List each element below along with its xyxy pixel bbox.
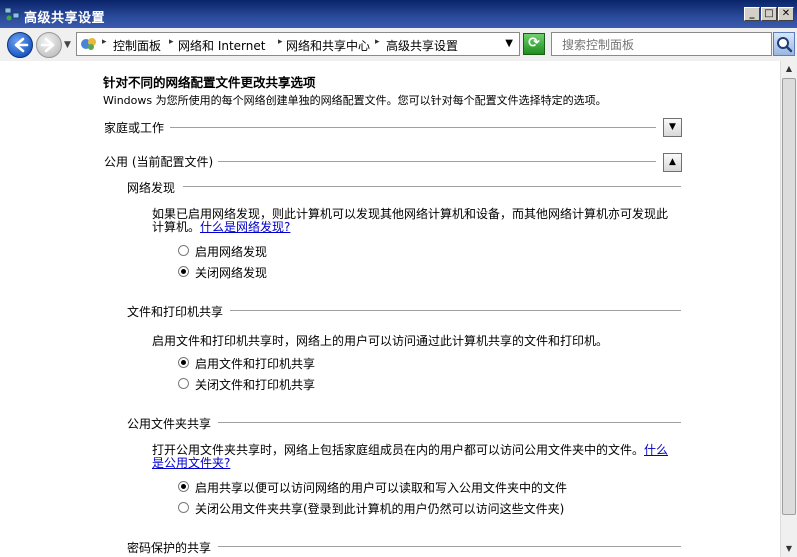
- page-subtitle: Windows 为您所使用的每个网络创建单独的网络配置文件。您可以针对每个配置文…: [103, 94, 607, 107]
- breadcrumb-network-sharing-center[interactable]: 网络和共享中心: [286, 37, 370, 54]
- breadcrumb-arrow-icon[interactable]: ▸: [375, 37, 380, 47]
- breadcrumb-arrow-icon[interactable]: ▸: [102, 37, 107, 47]
- radio-enable-printer-sharing[interactable]: [178, 357, 189, 368]
- radio-disable-public-folder-sharing[interactable]: [178, 502, 189, 513]
- window-title: 高级共享设置: [24, 11, 106, 26]
- breadcrumb-arrow-icon[interactable]: ▸: [169, 37, 174, 47]
- breadcrumb-advanced-sharing[interactable]: 高级共享设置: [386, 37, 458, 54]
- profile-public-label[interactable]: 公用 (当前配置文件): [104, 153, 213, 170]
- recent-pages-dropdown[interactable]: ▼: [64, 40, 71, 50]
- search-input[interactable]: [560, 34, 764, 56]
- radio-label-enable-public-folder-sharing[interactable]: 启用共享以便可以访问网络的用户可以读取和写入公用文件夹中的文件: [195, 479, 567, 496]
- radio-disable-network-discovery[interactable]: [178, 266, 189, 277]
- content-area: 针对不同的网络配置文件更改共享选项 Windows 为您所使用的每个网络创建单独…: [0, 61, 780, 557]
- control-panel-icon: [81, 38, 96, 50]
- radio-enable-network-discovery[interactable]: [178, 245, 189, 256]
- divider: [218, 161, 656, 162]
- search-icon: [777, 37, 793, 53]
- expand-home-work-button[interactable]: ▼: [663, 118, 682, 137]
- network-icon: [4, 7, 20, 21]
- search-button[interactable]: [773, 32, 795, 56]
- scroll-down-icon[interactable]: ▼: [781, 541, 797, 557]
- section-network-discovery-title: 网络发现: [127, 181, 176, 195]
- chevron-up-icon: ▲: [669, 157, 676, 167]
- radio-disable-printer-sharing[interactable]: [178, 378, 189, 389]
- refresh-icon: ⟳: [528, 35, 540, 51]
- breadcrumb-control-panel[interactable]: 控制面板: [113, 37, 161, 54]
- divider: [218, 546, 681, 547]
- network-discovery-help-link[interactable]: 什么是网络发现?: [200, 220, 290, 234]
- breadcrumb-arrow-icon[interactable]: ▸: [278, 37, 283, 47]
- radio-label-enable-printer-sharing[interactable]: 启用文件和打印机共享: [195, 355, 315, 372]
- forward-button[interactable]: [36, 32, 62, 58]
- page-heading: 针对不同的网络配置文件更改共享选项: [103, 75, 316, 90]
- divider: [218, 422, 681, 423]
- title-bar: 高级共享设置 _ □ ✕: [0, 0, 797, 28]
- radio-label-disable-public-folder-sharing[interactable]: 关闭公用文件夹共享(登录到此计算机的用户仍然可以访问这些文件夹): [195, 500, 564, 517]
- divider: [170, 127, 656, 128]
- maximize-button[interactable]: □: [761, 7, 777, 21]
- chevron-down-icon: ▼: [669, 122, 676, 132]
- back-arrow-icon: [14, 37, 29, 53]
- network-discovery-description: 如果已启用网络发现，则此计算机可以发现其他网络计算机和设备，而其他网络计算机亦可…: [152, 208, 677, 234]
- navigation-bar: ▼ ▸ 控制面板 ▸ 网络和 Internet ▸ 网络和共享中心 ▸ 高级共享…: [0, 28, 797, 62]
- forward-arrow-icon: [40, 37, 55, 53]
- section-password-sharing-title: 密码保护的共享: [127, 541, 212, 555]
- radio-label-enable-network-discovery[interactable]: 启用网络发现: [195, 243, 267, 260]
- refresh-button[interactable]: ⟳: [523, 33, 545, 55]
- radio-enable-public-folder-sharing[interactable]: [178, 481, 189, 492]
- search-box[interactable]: [551, 32, 772, 56]
- section-public-folder-title: 公用文件夹共享: [127, 417, 212, 431]
- section-printer-sharing-title: 文件和打印机共享: [127, 305, 224, 319]
- back-button[interactable]: [7, 32, 33, 58]
- scroll-thumb[interactable]: [782, 78, 796, 515]
- printer-sharing-description: 启用文件和打印机共享时，网络上的用户可以访问通过此计算机共享的文件和打印机。: [152, 334, 609, 348]
- minimize-button[interactable]: _: [744, 7, 760, 21]
- scroll-up-icon[interactable]: ▲: [781, 61, 797, 77]
- public-folder-text: 打开公用文件夹共享时，网络上包括家庭组成员在内的用户都可以访问公用文件夹中的文件…: [152, 443, 645, 457]
- address-bar[interactable]: ▸ 控制面板 ▸ 网络和 Internet ▸ 网络和共享中心 ▸ 高级共享设置…: [76, 32, 520, 56]
- collapse-public-button[interactable]: ▲: [663, 153, 682, 172]
- close-button[interactable]: ✕: [778, 7, 794, 21]
- radio-label-disable-printer-sharing[interactable]: 关闭文件和打印机共享: [195, 376, 315, 393]
- profile-home-work-label[interactable]: 家庭或工作: [104, 119, 164, 136]
- divider: [230, 310, 681, 311]
- vertical-scrollbar[interactable]: ▲ ▼: [780, 61, 797, 557]
- breadcrumb-network-internet[interactable]: 网络和 Internet: [178, 37, 265, 54]
- radio-label-disable-network-discovery[interactable]: 关闭网络发现: [195, 264, 267, 281]
- public-folder-description: 打开公用文件夹共享时，网络上包括家庭组成员在内的用户都可以访问公用文件夹中的文件…: [152, 444, 677, 470]
- divider: [183, 186, 681, 187]
- address-dropdown-icon[interactable]: ▼: [505, 38, 513, 49]
